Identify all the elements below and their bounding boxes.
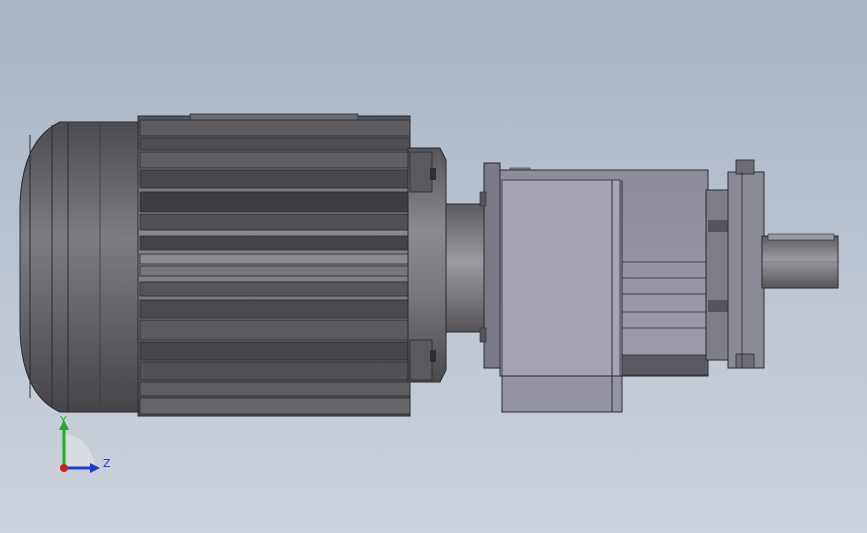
orientation-triad: Y Z bbox=[59, 414, 111, 473]
geared-motor-model[interactable] bbox=[0, 0, 867, 533]
motor-front-flange bbox=[407, 147, 447, 383]
motor-finned-body bbox=[137, 113, 411, 417]
gearbox-output-flange bbox=[705, 159, 765, 369]
graphics-viewport[interactable]: Y Z bbox=[0, 0, 867, 533]
z-axis-arrow-icon bbox=[90, 463, 100, 473]
output-shaft bbox=[761, 233, 839, 289]
coupling-neck bbox=[445, 203, 487, 333]
cooling-fins bbox=[139, 119, 411, 415]
x-axis-dot-icon bbox=[60, 464, 68, 472]
z-axis-label: Z bbox=[103, 457, 111, 470]
gearbox-housing bbox=[499, 169, 709, 413]
y-axis-label: Y bbox=[59, 414, 67, 427]
motor-end-cap bbox=[19, 121, 141, 413]
